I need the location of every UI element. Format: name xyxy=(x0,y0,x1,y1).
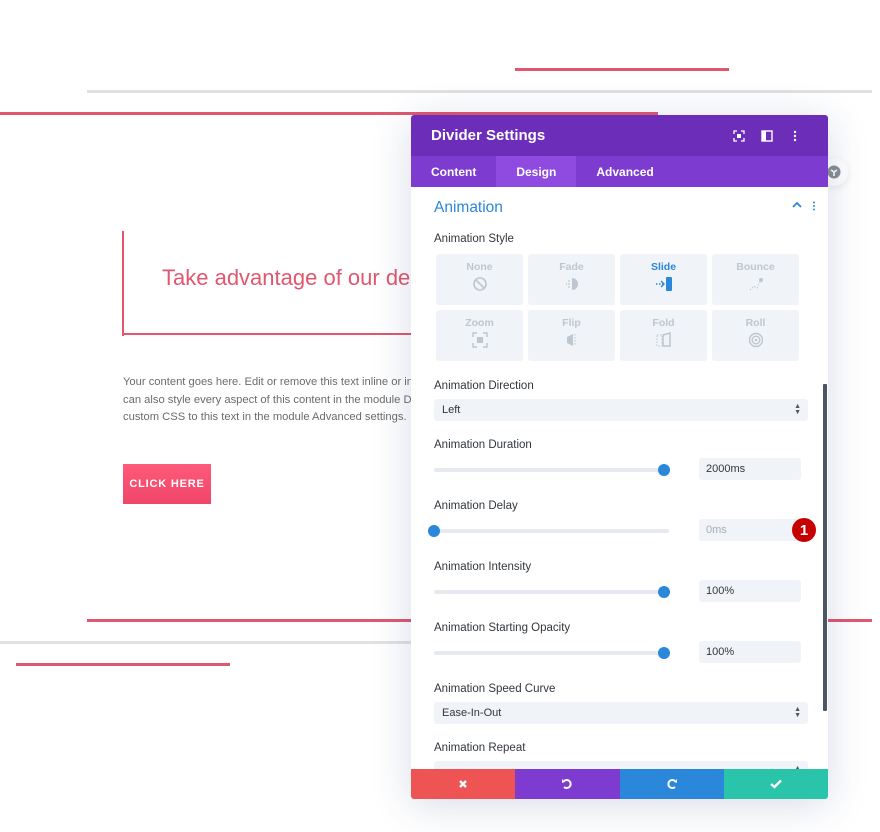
panel-content: Animation Animation Style None Fade Slid… xyxy=(411,187,828,769)
divider-line xyxy=(515,68,729,71)
slider-thumb[interactable] xyxy=(658,464,671,476)
style-option-roll[interactable]: Roll xyxy=(712,310,799,361)
click-here-button[interactable]: CLICK HERE xyxy=(123,464,211,504)
headline-frame-border xyxy=(122,231,124,336)
fade-icon xyxy=(565,278,578,290)
style-option-label: Bounce xyxy=(736,261,775,273)
animation-intensity-label: Animation Intensity xyxy=(434,561,532,573)
slider-thumb[interactable] xyxy=(658,586,671,598)
fold-icon xyxy=(656,332,671,347)
panel-footer xyxy=(411,769,828,799)
animation-starting-opacity-slider[interactable] xyxy=(434,647,671,659)
undo-button[interactable] xyxy=(515,769,620,799)
slide-icon xyxy=(655,277,672,291)
panel-header: Divider Settings xyxy=(411,115,828,156)
body-line: Your content goes here. Edit or remove t… xyxy=(123,376,413,388)
animation-delay-label: Animation Delay xyxy=(434,500,518,512)
style-option-label: None xyxy=(466,261,493,273)
page-headline: Take advantage of our de xyxy=(162,265,411,290)
bounce-icon xyxy=(749,278,763,291)
style-option-fade[interactable]: Fade xyxy=(528,254,615,305)
close-icon xyxy=(459,780,467,788)
animation-intensity-slider[interactable] xyxy=(434,586,671,598)
more-vertical-icon[interactable] xyxy=(782,126,808,146)
flip-icon xyxy=(566,334,575,346)
divider-line xyxy=(16,663,230,666)
section-controls xyxy=(792,201,816,211)
style-option-label: Flip xyxy=(562,317,581,329)
redo-icon xyxy=(666,779,677,789)
animation-duration-input[interactable]: 2000ms xyxy=(699,458,801,480)
section-title[interactable]: Animation xyxy=(434,199,503,217)
style-option-label: Fade xyxy=(559,261,584,273)
save-button[interactable] xyxy=(723,769,828,799)
style-option-label: Slide xyxy=(650,261,677,273)
panel-scrollbar[interactable] xyxy=(823,384,827,711)
select-arrows-icon: ▲▼ xyxy=(794,706,801,719)
animation-speed-curve-select[interactable]: Ease-In-Out ▲ ▼ xyxy=(434,702,808,724)
select-arrows-icon: ▲▼ xyxy=(794,403,801,416)
tab-content[interactable]: Content xyxy=(411,156,496,187)
select-value: Left xyxy=(442,404,461,416)
style-option-zoom[interactable]: Zoom xyxy=(436,310,523,361)
animation-repeat-label: Animation Repeat xyxy=(434,742,526,754)
undo-icon xyxy=(562,779,573,789)
style-option-none[interactable]: None xyxy=(436,254,523,305)
tab-design[interactable]: Design xyxy=(496,156,577,187)
divider-line xyxy=(0,641,420,644)
style-option-bounce[interactable]: Bounce xyxy=(712,254,799,305)
animation-duration-slider[interactable] xyxy=(434,464,671,476)
animation-style-grid: None Fade Slide Bounce Zoom Flip Fold Ro… xyxy=(436,254,799,361)
slider-thumb[interactable] xyxy=(428,525,440,537)
animation-style-label: Animation Style xyxy=(434,233,514,245)
animation-speed-curve-label: Animation Speed Curve xyxy=(434,683,556,695)
animation-starting-opacity-input[interactable]: 100% xyxy=(699,641,801,663)
select-value: Ease-In-Out xyxy=(442,707,502,719)
style-option-flip[interactable]: Flip xyxy=(528,310,615,361)
body-line: custom CSS to this text in the module Ad… xyxy=(123,411,407,423)
redo-button[interactable] xyxy=(619,769,724,799)
style-option-label: Roll xyxy=(745,317,766,329)
settings-icon xyxy=(827,165,841,179)
focus-icon[interactable] xyxy=(726,126,752,146)
animation-duration-label: Animation Duration xyxy=(434,439,532,451)
panel-tabs: Content Design Advanced xyxy=(411,156,828,187)
check-icon xyxy=(770,779,782,789)
zoom-icon xyxy=(471,332,488,348)
style-option-slide[interactable]: Slide xyxy=(620,254,707,305)
animation-intensity-input[interactable]: 100% xyxy=(699,580,801,602)
more-vertical-icon[interactable] xyxy=(812,201,816,211)
style-option-label: Fold xyxy=(652,317,675,329)
slider-thumb[interactable] xyxy=(658,647,671,659)
animation-repeat-select[interactable]: ▲▼ xyxy=(434,761,808,769)
body-line: can also style every aspect of this cont… xyxy=(123,393,418,406)
roll-icon xyxy=(748,332,763,348)
tab-advanced[interactable]: Advanced xyxy=(576,156,673,187)
split-view-icon[interactable] xyxy=(754,126,780,146)
divider-settings-panel: Divider Settings Content Design Advanced… xyxy=(411,115,828,799)
style-option-label: Zoom xyxy=(465,317,494,329)
panel-title: Divider Settings xyxy=(431,127,546,144)
headline-frame-border xyxy=(122,333,422,335)
body-text: Your content goes here. Edit or remove t… xyxy=(123,374,423,427)
animation-starting-opacity-label: Animation Starting Opacity xyxy=(434,622,571,634)
animation-direction-select[interactable]: Left ▲ ▼ xyxy=(434,399,808,421)
divider-line xyxy=(87,90,872,93)
cancel-button[interactable] xyxy=(411,769,516,799)
style-option-fold[interactable]: Fold xyxy=(620,310,707,361)
chevron-up-icon[interactable] xyxy=(792,201,802,209)
animation-delay-slider[interactable] xyxy=(428,525,669,537)
annotation-badge: 1 xyxy=(792,518,816,542)
animation-direction-label: Animation Direction xyxy=(434,380,534,392)
animation-delay-input[interactable]: 0ms xyxy=(699,519,801,541)
none-icon xyxy=(472,277,487,291)
